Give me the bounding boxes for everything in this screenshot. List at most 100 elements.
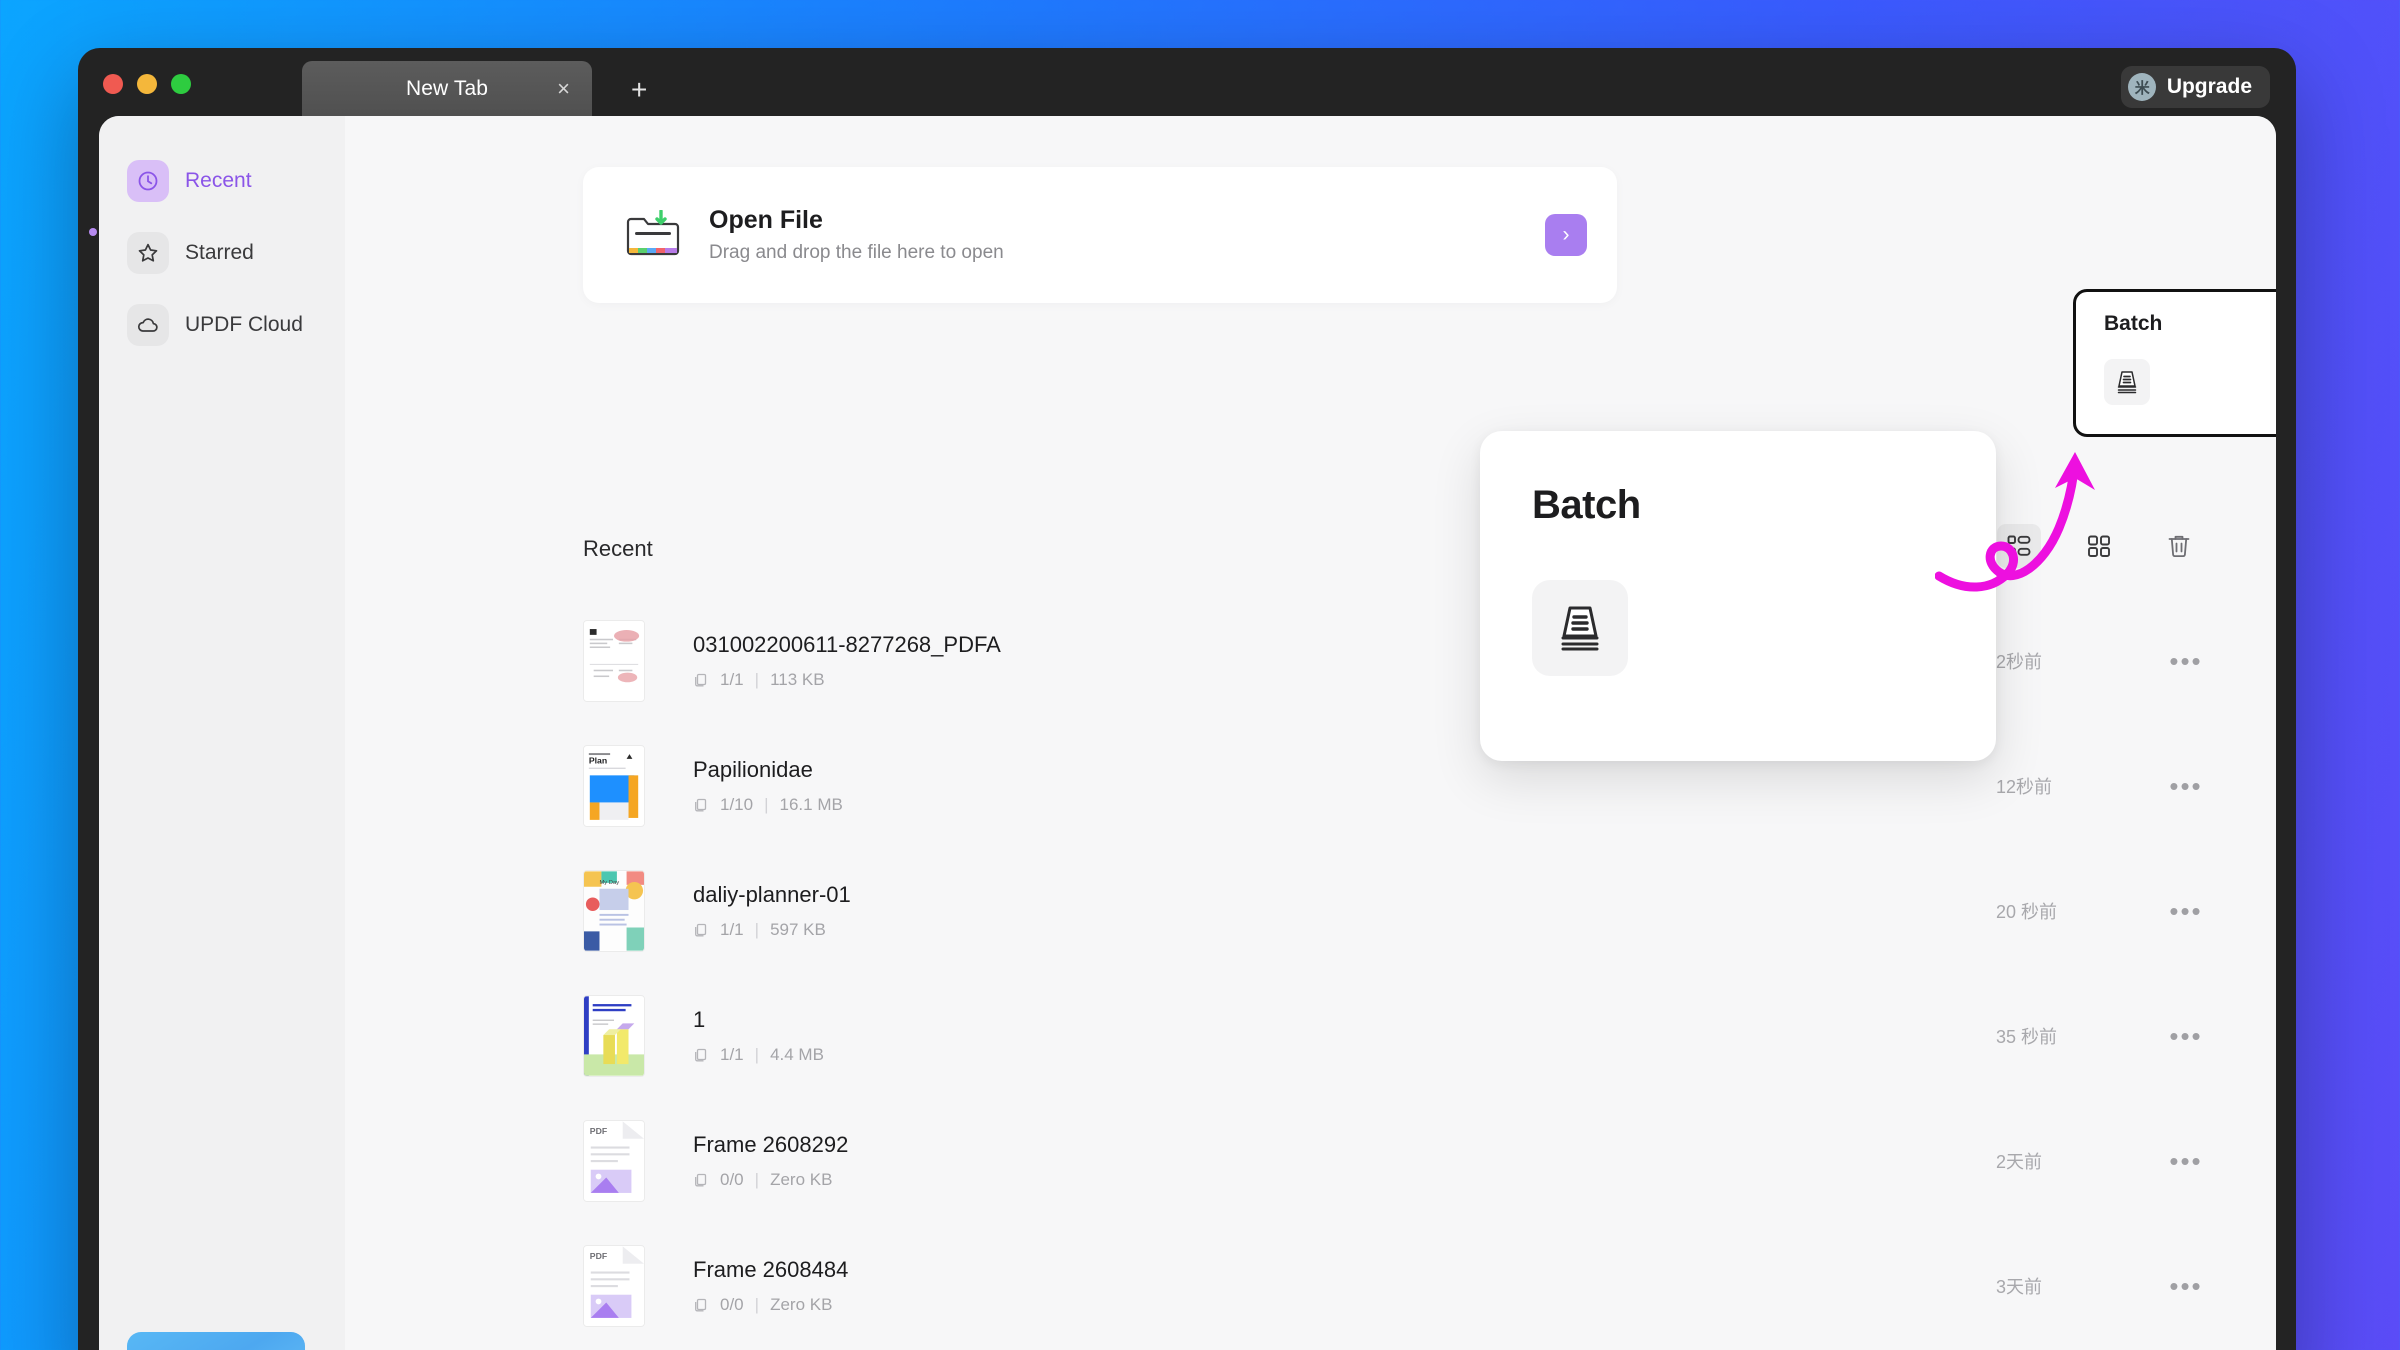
pages-icon: [695, 1173, 707, 1186]
file-pages: 1/1: [720, 919, 744, 939]
pages-icon: [695, 1048, 707, 1061]
row-more-button[interactable]: •••: [2156, 898, 2216, 924]
trash-icon[interactable]: [2157, 524, 2201, 568]
open-file-subtitle: Drag and drop the file here to open: [709, 242, 1004, 263]
pages-icon: [695, 673, 707, 686]
file-thumbnail: [583, 619, 645, 702]
open-file-text: Open File Drag and drop the file here to…: [709, 206, 1004, 264]
file-info: Papilionidae 1/10 | 16.1 MB: [693, 757, 1996, 815]
active-section-dot: [89, 228, 97, 236]
row-more-button[interactable]: •••: [2156, 648, 2216, 674]
file-info: daliy-planner-01 1/1 | 597 KB: [693, 882, 1996, 940]
file-pages: 1/10: [720, 794, 754, 814]
file-timestamp: 35 秒前: [1996, 1026, 2058, 1047]
table-row[interactable]: PDF Frame 2608292 0/0 | Zero KB 2天前 •••: [583, 1098, 2216, 1223]
promo-banner[interactable]: [127, 1332, 305, 1350]
row-more-button[interactable]: •••: [2156, 773, 2216, 799]
file-size: 16.1 MB: [779, 794, 843, 814]
file-name: Frame 2608292: [693, 1131, 849, 1157]
file-name: Frame 2608484: [693, 1256, 849, 1282]
file-info: 1 1/1 | 4.4 MB: [693, 1007, 1996, 1065]
table-row[interactable]: My Day daliy-planner-01 1/1 | 597 KB 20 …: [583, 848, 2216, 973]
cloud-icon: [127, 304, 169, 346]
clock-icon: [127, 160, 169, 202]
table-row[interactable]: PDF Frame 2608484 0/0 | Zero KB 3天前 •••: [583, 1223, 2216, 1348]
sidebar-item-recent[interactable]: Recent: [117, 154, 327, 208]
row-more-button[interactable]: •••: [2156, 1023, 2216, 1049]
file-pages: 0/0: [720, 1169, 744, 1189]
coin-icon: 米: [2127, 73, 2156, 101]
file-pages: 0/0: [720, 1294, 744, 1314]
file-timestamp: 2天前: [1996, 1151, 2043, 1172]
divider: |: [754, 919, 760, 939]
upgrade-label: Upgrade: [2166, 75, 2252, 98]
file-info: Frame 2608484 0/0 | Zero KB: [693, 1257, 1996, 1315]
tab-new-tab[interactable]: New Tab ×: [302, 61, 592, 116]
batch-stack-icon[interactable]: [2104, 359, 2150, 405]
sidebar-item-label: Starred: [185, 241, 254, 264]
file-name: 1: [693, 1006, 706, 1032]
list-view-icon[interactable]: [1997, 524, 2041, 568]
file-size: 4.4 MB: [770, 1044, 824, 1064]
file-timestamp: 20 秒前: [1996, 901, 2058, 922]
file-timestamp: 12秒前: [1996, 776, 2053, 797]
pages-icon: [695, 798, 707, 811]
open-file-card[interactable]: Open File Drag and drop the file here to…: [583, 167, 1617, 303]
file-size: 113 KB: [770, 669, 825, 689]
row-more-button[interactable]: •••: [2156, 1273, 2216, 1299]
file-size: Zero KB: [770, 1294, 833, 1314]
main-content: Open File Drag and drop the file here to…: [345, 116, 2276, 1350]
grid-view-icon[interactable]: [2077, 524, 2121, 568]
tab-label: New Tab: [405, 76, 489, 100]
view-toolbar: [1997, 524, 2201, 568]
minimize-window-button[interactable]: [137, 74, 157, 94]
batch-card-callout[interactable]: Batch: [2073, 289, 2276, 437]
plus-icon[interactable]: +: [631, 76, 647, 104]
upgrade-button[interactable]: 米 Upgrade: [2120, 66, 2270, 108]
open-file-title: Open File: [709, 206, 823, 234]
pages-icon: [695, 1298, 707, 1311]
file-pages: 1/1: [720, 1044, 744, 1064]
sidebar-item-updf-cloud[interactable]: UPDF Cloud: [117, 298, 327, 352]
pages-icon: [695, 923, 707, 936]
divider: |: [754, 1044, 760, 1064]
batch-card-title: Batch: [2104, 312, 2163, 335]
svg-text:My Day: My Day: [599, 879, 619, 885]
batch-popup-panel: Batch: [1480, 431, 1996, 761]
open-file-arrow-button[interactable]: ›: [1545, 214, 1587, 256]
app-body: Recent Starred UPDF Cloud Open File Drag…: [99, 116, 2276, 1350]
file-thumbnail: PDF: [583, 1244, 645, 1327]
file-timestamp: 3天前: [1996, 1276, 2043, 1297]
divider: |: [754, 1169, 760, 1189]
file-meta: 1/1 | 597 KB: [693, 920, 1996, 940]
file-thumbnail: [583, 994, 645, 1077]
file-thumbnail: Plan: [583, 744, 645, 827]
svg-text:Plan: Plan: [589, 755, 607, 765]
close-icon[interactable]: ×: [557, 77, 570, 100]
file-timestamp: 2秒前: [1996, 651, 2043, 672]
file-thumbnail: My Day: [583, 869, 645, 952]
svg-text:PDF: PDF: [590, 1250, 607, 1260]
divider: |: [764, 794, 769, 814]
file-size: 597 KB: [770, 919, 826, 939]
file-size: Zero KB: [770, 1169, 833, 1189]
star-icon: [127, 232, 169, 274]
file-pages: 1/1: [720, 669, 744, 689]
row-more-button[interactable]: •••: [2156, 1148, 2216, 1174]
table-row[interactable]: 1 1/1 | 4.4 MB 35 秒前 •••: [583, 973, 2216, 1098]
close-window-button[interactable]: [103, 74, 123, 94]
batch-stack-icon[interactable]: [1532, 580, 1628, 676]
divider: |: [754, 1294, 760, 1314]
sidebar-item-starred[interactable]: Starred: [117, 226, 327, 280]
sidebar-item-label: Recent: [185, 169, 252, 192]
maximize-window-button[interactable]: [171, 74, 191, 94]
divider: |: [754, 669, 760, 689]
folder-download-icon: [625, 209, 681, 260]
file-meta: 1/1 | 4.4 MB: [693, 1045, 1996, 1065]
sidebar: Recent Starred UPDF Cloud: [99, 116, 345, 1350]
file-meta: 0/0 | Zero KB: [693, 1170, 1996, 1190]
app-window: New Tab × + 米 Upgrade Recent Starred UPD…: [78, 48, 2296, 1350]
file-meta: 0/0 | Zero KB: [693, 1295, 1996, 1315]
recent-section-header: Recent: [583, 536, 653, 561]
sidebar-item-label: UPDF Cloud: [185, 313, 303, 336]
